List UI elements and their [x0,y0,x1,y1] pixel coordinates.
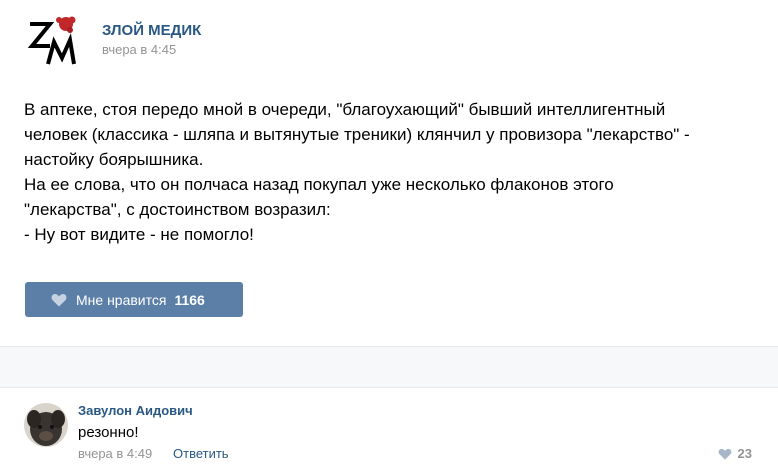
post-text-line: "лекарства", с достоинством возразил: [24,200,331,219]
comment-like-button[interactable]: 23 [718,446,752,461]
comment-like-count: 23 [737,446,752,461]
post-text: В аптеке, стоя передо мной в очереди, "б… [24,97,764,247]
like-count: 1166 [174,291,205,308]
post-timestamp[interactable]: вчера в 4:45 [102,42,176,57]
post: ЗЛОЙ МЕДИК вчера в 4:45 В аптеке, стоя п… [0,0,778,346]
post-text-line: настойку боярышника. [24,150,204,169]
post-text-line: - Ну вот видите - не помогло! [24,225,254,244]
comments-divider [0,346,778,388]
post-text-line: В аптеке, стоя передо мной в очереди, "б… [24,100,666,119]
like-label: Мне нравится [76,291,167,308]
comment-timestamp[interactable]: вчера в 4:49 [78,446,152,461]
comment-text: резонно! [78,424,139,441]
post-text-line: На ее слова, что он полчаса назад покупа… [24,175,614,194]
heart-icon [718,448,732,460]
post-text-line: человек (классика - шляпа и вытянутые тр… [24,125,690,144]
post-author-link[interactable]: ЗЛОЙ МЕДИК [102,22,201,39]
heart-icon [51,293,67,307]
logo-icon[interactable] [24,12,80,68]
reply-link[interactable]: Ответить [173,446,229,461]
avatar[interactable] [24,403,68,447]
like-button[interactable]: Мне нравится 1166 [25,282,243,317]
comment-author-link[interactable]: Завулон Аидович [78,403,193,418]
